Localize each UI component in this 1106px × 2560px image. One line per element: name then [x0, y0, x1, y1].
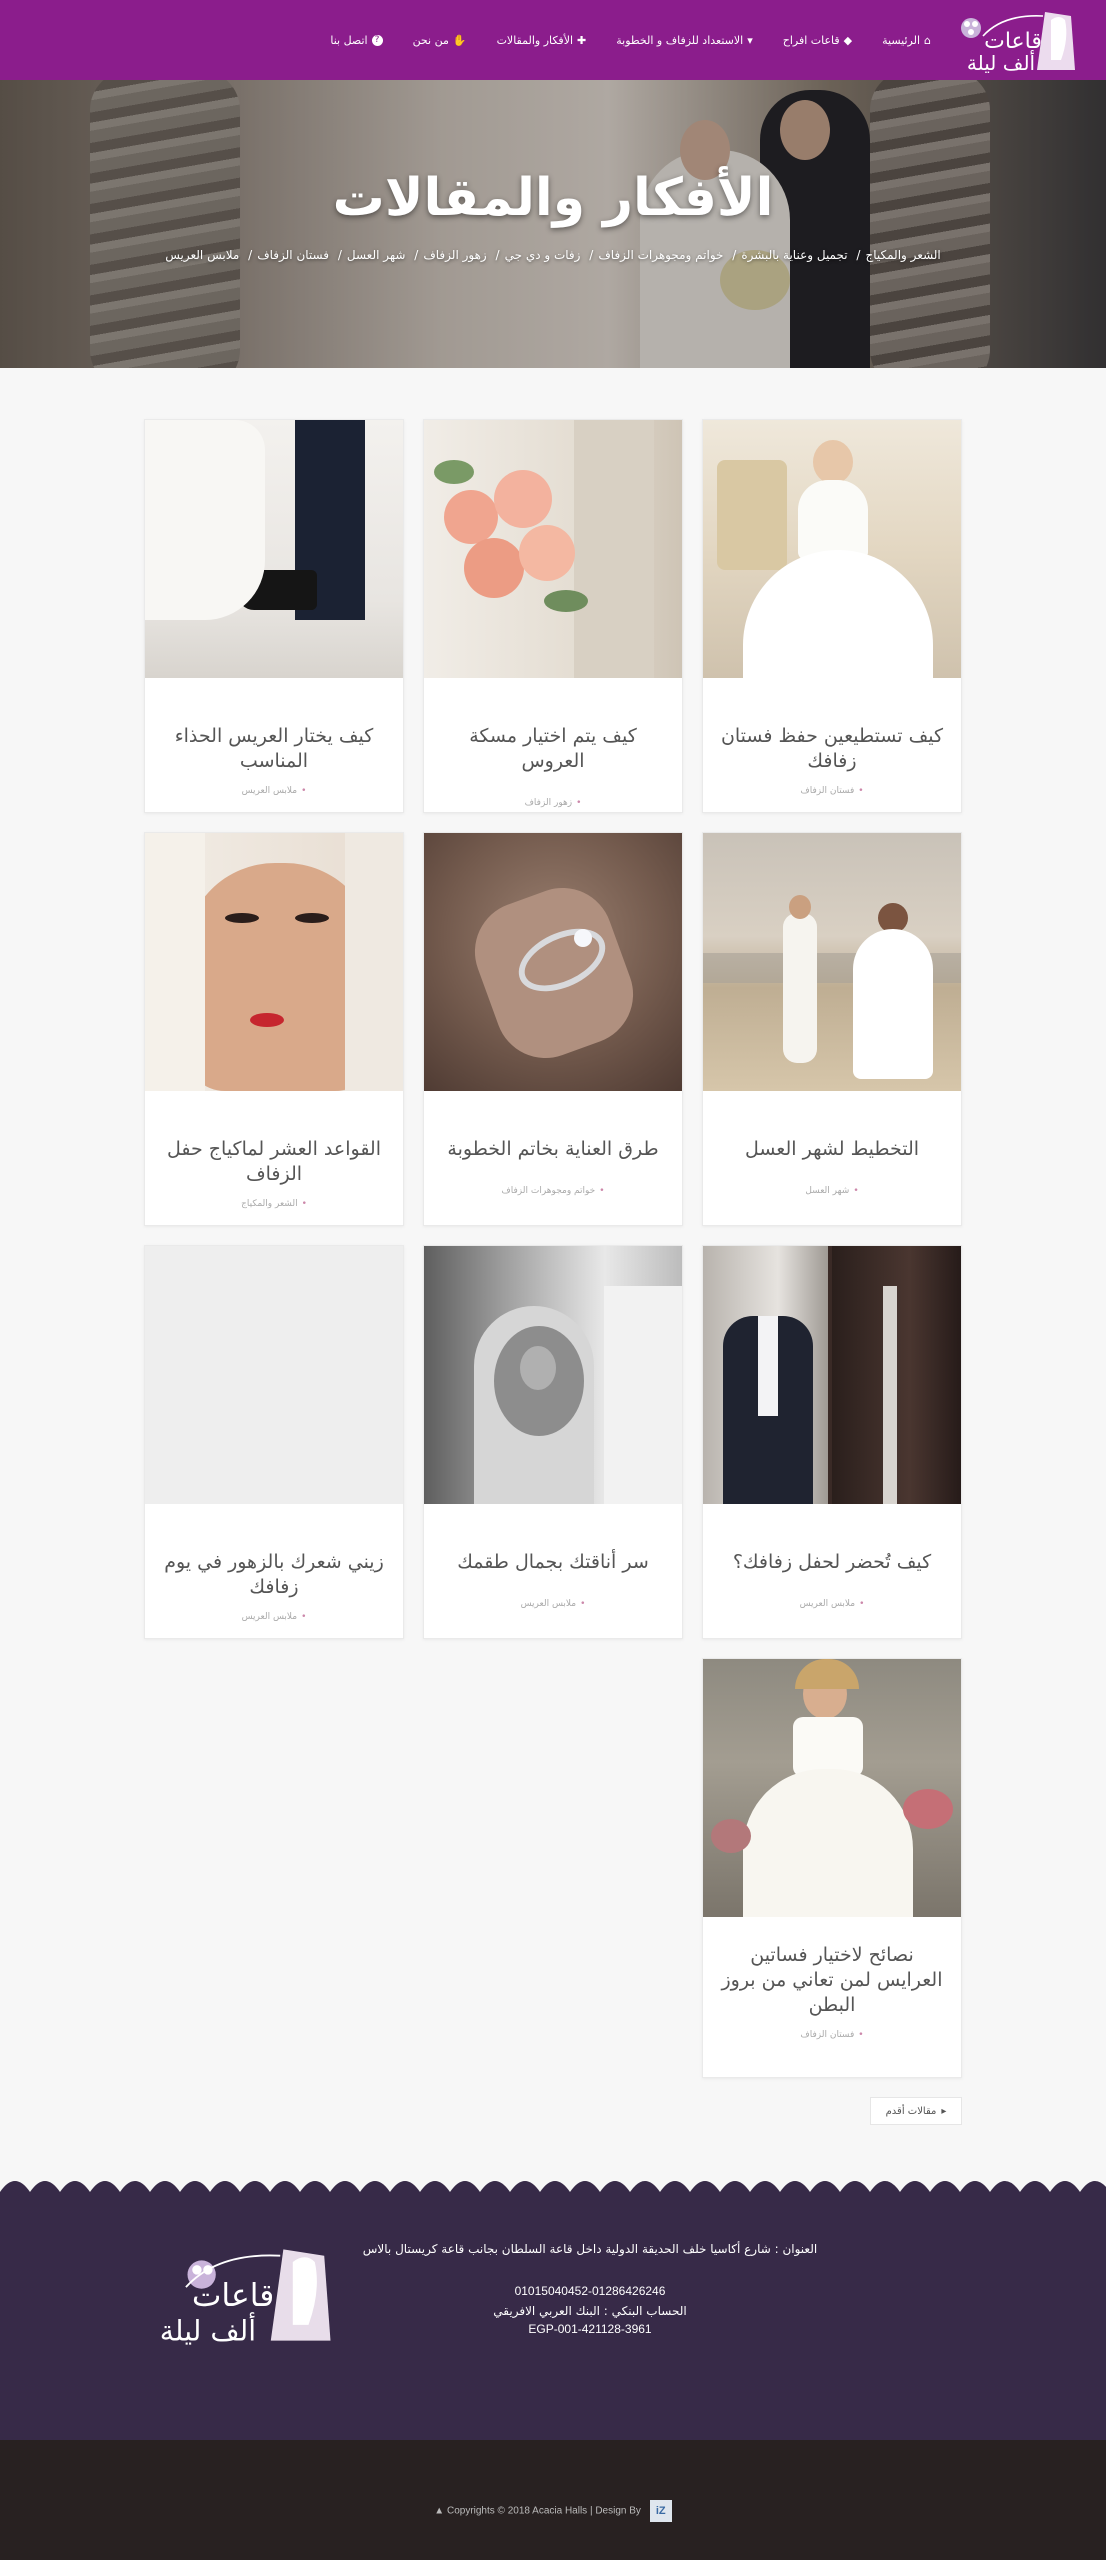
- article-card[interactable]: طرق العناية بخاتم الخطوبة •خواتم ومجوهرا…: [423, 832, 683, 1226]
- breadcrumb-link[interactable]: خواتم ومجوهرات الزفاف: [598, 248, 723, 262]
- article-category[interactable]: •شهر العسل: [703, 1186, 961, 1196]
- older-posts-label: مقالات أقدم: [885, 2105, 937, 2117]
- nav-label: من نحن: [412, 33, 449, 47]
- page-hero: الأفكار والمقالات الشعر والمكياج/ تجميل …: [0, 80, 1106, 368]
- breadcrumb-link[interactable]: الشعر والمكياج: [865, 248, 940, 262]
- copyright: ▲ Copyrights © 2018 Acacia Halls | Desig…: [0, 2500, 1106, 2522]
- article-card[interactable]: كيف تُحضر لحفل زفافك؟ •ملابس العريس: [702, 1245, 962, 1639]
- article-image[interactable]: [424, 420, 682, 678]
- article-title[interactable]: سر أناقتك بجمال طقمك: [424, 1550, 682, 1575]
- article-image[interactable]: [424, 833, 682, 1091]
- breadcrumb-link[interactable]: زفات و دي جي: [505, 248, 581, 262]
- article-title[interactable]: نصائح لاختيار فساتين العرايس لمن تعاني م…: [703, 1943, 961, 2018]
- article-image[interactable]: [145, 833, 403, 1091]
- article-category[interactable]: •الشعر والمكياج: [145, 1199, 403, 1209]
- breadcrumb-link[interactable]: ملابس العريس: [165, 248, 239, 262]
- category-breadcrumb: الشعر والمكياج/ تجميل وعناية بالبشرة/ خو…: [165, 248, 941, 262]
- article-image[interactable]: [703, 1246, 961, 1504]
- article-title[interactable]: القواعد العشر لماكياج حفل الزفاف: [145, 1137, 403, 1187]
- breadcrumb-link[interactable]: زهور الزفاف: [423, 248, 486, 262]
- footer-ornament: [0, 2172, 1106, 2200]
- article-card[interactable]: التخطيط لشهر العسل •شهر العسل: [702, 832, 962, 1226]
- article-category[interactable]: •ملابس العريس: [145, 786, 403, 796]
- svg-text:ألف ليلة: ألف ليلة: [160, 2312, 256, 2348]
- article-card[interactable]: نصائح لاختيار فساتين العرايس لمن تعاني م…: [702, 1658, 962, 2078]
- designer-logo[interactable]: iZ: [649, 2500, 672, 2522]
- breadcrumb-link[interactable]: فستان الزفاف: [257, 248, 329, 262]
- article-title[interactable]: كيف يختار العريس الحذاء المناسب: [145, 724, 403, 774]
- article-category[interactable]: •خواتم ومجوهرات الزفاف: [424, 1186, 682, 1196]
- nav-item-contact[interactable]: ? اتصل بنا: [330, 33, 383, 47]
- article-category[interactable]: •ملابس العريس: [145, 1612, 403, 1622]
- footer-contact: العنوان : شارع أكاسيا خلف الحديقة الدولي…: [0, 2198, 1106, 2440]
- site-logo[interactable]: قاعات ألف ليلة: [953, 6, 1078, 76]
- article-category[interactable]: •ملابس العريس: [424, 1599, 682, 1609]
- footer-phones: 01015040452-01286426246: [514, 2284, 666, 2298]
- article-category[interactable]: •زهور الزفاف: [424, 798, 682, 808]
- caret-right-icon: ▸: [941, 2105, 947, 2117]
- older-posts-button[interactable]: ▸ مقالات أقدم: [870, 2097, 962, 2125]
- footer-address: العنوان : شارع أكاسيا خلف الحديقة الدولي…: [362, 2242, 818, 2256]
- nav-item-halls[interactable]: ◆ قاعات افراح: [783, 34, 852, 47]
- nav-label: الرئيسية: [882, 33, 921, 47]
- breadcrumb-link[interactable]: شهر العسل: [347, 248, 406, 262]
- nav-label: الاستعداد للزفاف و الخطوبة: [616, 33, 744, 47]
- footer-bank: الحساب البنكي : البنك العربي الافريقي: [493, 2304, 687, 2318]
- article-card[interactable]: زيني شعرك بالزهور في يوم زفافك •ملابس ال…: [144, 1245, 404, 1639]
- breadcrumb-link[interactable]: تجميل وعناية بالبشرة: [741, 248, 847, 262]
- article-image[interactable]: [145, 420, 403, 678]
- nav-label: قاعات افراح: [782, 33, 840, 47]
- footer-logo[interactable]: قاعات ألف ليلة: [138, 2240, 336, 2350]
- article-image[interactable]: [703, 420, 961, 678]
- chevron-up-icon[interactable]: ▲: [434, 2506, 444, 2517]
- article-image[interactable]: [703, 1659, 961, 1917]
- article-title[interactable]: كيف تستطيعين حفظ فستان زفافك: [703, 724, 961, 774]
- article-category[interactable]: •فستان الزفاف: [703, 786, 961, 796]
- diamond-icon: ◆: [843, 33, 853, 47]
- article-image[interactable]: [145, 1246, 403, 1504]
- footer-bottom: ▲ Copyrights © 2018 Acacia Halls | Desig…: [0, 2440, 1106, 2560]
- page-title: الأفكار والمقالات: [332, 168, 774, 228]
- home-icon: ⌂: [924, 33, 931, 47]
- puzzle-icon: ✚: [577, 33, 587, 47]
- nav-item-home[interactable]: ⌂ الرئيسية: [882, 34, 931, 47]
- logo-text-2: ألف ليلة: [967, 50, 1035, 75]
- article-title[interactable]: التخطيط لشهر العسل: [703, 1137, 961, 1162]
- article-category[interactable]: •فستان الزفاف: [703, 2030, 961, 2040]
- footer-account: EGP-001-421128-3961: [528, 2322, 652, 2336]
- article-card[interactable]: كيف تستطيعين حفظ فستان زفافك •فستان الزف…: [702, 419, 962, 813]
- nav-item-preparation[interactable]: ▾ الاستعداد للزفاف و الخطوبة: [616, 34, 752, 47]
- article-title[interactable]: زيني شعرك بالزهور في يوم زفافك: [145, 1550, 403, 1600]
- article-category[interactable]: •ملابس العريس: [703, 1599, 961, 1609]
- article-card[interactable]: كيف يتم اختيار مسكة العروس •زهور الزفاف: [423, 419, 683, 813]
- article-title[interactable]: كيف تُحضر لحفل زفافك؟: [703, 1550, 961, 1575]
- article-card[interactable]: القواعد العشر لماكياج حفل الزفاف •الشعر …: [144, 832, 404, 1226]
- article-image[interactable]: [424, 1246, 682, 1504]
- question-icon: ?: [371, 34, 383, 46]
- copyright-text: Copyrights © 2018 Acacia Halls | Design …: [446, 2505, 641, 2517]
- nav-label: اتصل بنا: [330, 33, 368, 47]
- nav-label: الأفكار والمقالات: [496, 33, 574, 47]
- article-title[interactable]: طرق العناية بخاتم الخطوبة: [424, 1137, 682, 1162]
- article-card[interactable]: كيف يختار العريس الحذاء المناسب •ملابس ا…: [144, 419, 404, 813]
- article-title[interactable]: كيف يتم اختيار مسكة العروس: [424, 724, 682, 774]
- handshake-icon: ✋: [452, 33, 467, 47]
- site-header: قاعات ألف ليلة ⌂ الرئيسية ◆ قاعات افراح …: [0, 0, 1106, 80]
- main-nav: ⌂ الرئيسية ◆ قاعات افراح ▾ الاستعداد للز…: [330, 0, 931, 80]
- nav-item-ideas[interactable]: ✚ الأفكار والمقالات: [497, 34, 587, 47]
- nav-item-about[interactable]: ✋ من نحن: [413, 34, 467, 47]
- article-card[interactable]: سر أناقتك بجمال طقمك •ملابس العريس: [423, 1245, 683, 1639]
- glass-icon: ▾: [747, 33, 753, 47]
- svg-text:قاعات: قاعات: [192, 2278, 274, 2314]
- article-image[interactable]: [703, 833, 961, 1091]
